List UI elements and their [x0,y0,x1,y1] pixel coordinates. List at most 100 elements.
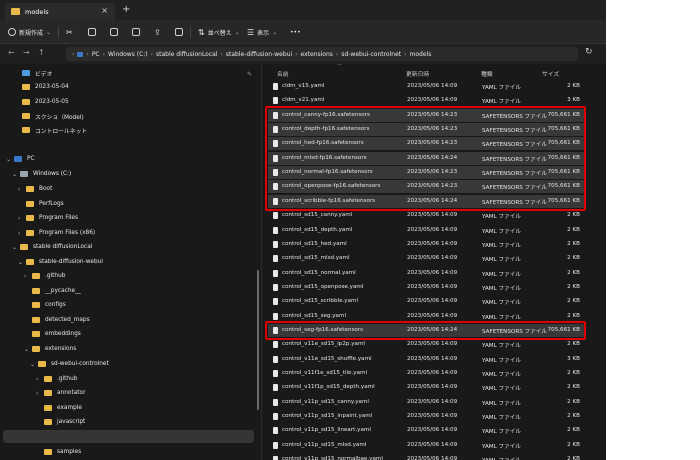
rename-icon [132,28,140,36]
expand-chevron-icon[interactable]: › [24,273,32,280]
back-arrow-icon[interactable]: ← [8,48,15,57]
sidebar-item[interactable]: configs [24,299,66,311]
file-icon [273,312,278,320]
folder-icon [32,288,40,294]
file-type: YAML ファイル [482,400,521,407]
expand-chevron-icon[interactable]: ⌄ [6,156,14,163]
expand-chevron-icon[interactable]: › [18,186,26,193]
sidebar-item[interactable]: embeddings [24,328,81,340]
file-row[interactable]: control_sd15_scribble.yaml 2023/05/06 14:… [268,295,585,308]
expand-chevron-icon[interactable]: › [36,390,44,397]
file-row[interactable]: control_v11p_sd15_inpaint.yaml 2023/05/06… [268,410,585,423]
file-row[interactable]: control_sd15_mlsd.yaml 2023/05/06 14:09 YA… [268,252,585,265]
sidebar-item[interactable]: ⌄ stable diffusionLocal [12,241,92,253]
file-row[interactable]: control_sd15_hed.yaml 2023/05/06 14:09 YAM… [268,238,585,251]
file-size: 2 KB [567,255,580,262]
pin-icon[interactable]: ✎ [247,71,252,78]
file-row[interactable]: control_v11p_sd15_canny.yaml 2023/05/06 1… [268,396,585,409]
new-button[interactable]: 新規作成 ⌄ [8,25,51,39]
sidebar-item[interactable]: 2023-05-04 [14,81,69,93]
file-size: 3 KB [567,97,580,104]
sidebar-item[interactable]: › .github [36,373,77,385]
cut-button[interactable]: ✂ [66,25,73,39]
sidebar-item[interactable]: › .github [24,270,65,282]
file-name: control_v11p_sd15_lineart.yaml [282,427,371,434]
sidebar-item[interactable]: › Program Files [18,212,78,224]
sidebar-item[interactable]: › Boot [18,183,52,195]
file-row[interactable]: control_v11e_sd15_ip2p.yaml 2023/05/06 14… [268,338,585,351]
file-row[interactable]: control_v11p_sd15_mlsd.yaml 2023/05/06 14… [268,439,585,452]
sidebar-item[interactable]: コントロールネット [14,124,87,136]
file-row[interactable]: control_v11f1p_sd15_depth.yaml 2023/05/06… [268,381,585,394]
breadcrumb-item[interactable]: PC [92,51,100,58]
column-header-size[interactable]: サイズ [542,69,559,78]
file-size: 2 KB [567,398,580,405]
file-row[interactable]: control_sd15_openpose.yaml 2023/05/06 14:… [268,281,585,294]
sidebar-item[interactable]: detected_maps [24,314,90,326]
file-row[interactable]: control_sd15_normal.yaml 2023/05/06 14:09… [268,267,585,280]
file-size: 2 KB [567,226,580,233]
sidebar-item[interactable]: 2023-05-05 [14,96,69,108]
sort-button[interactable]: ⇅ 並べ替え ⌄ [198,25,240,39]
file-row[interactable]: control_v11f1e_sd15_tile.yaml 2023/05/06 … [268,367,585,380]
sidebar-item[interactable]: ⌄ Windows (C:) [12,168,71,180]
file-row[interactable]: cldm_v15.yaml 2023/05/06 14:09 YAML ファイル 2 … [268,80,585,93]
sidebar-item[interactable]: ⌄ sd-webui-controlnet [30,358,109,370]
expand-chevron-icon[interactable]: ⌄ [30,361,38,368]
breadcrumb-item[interactable]: Windows (C:) [108,51,148,58]
file-icon [273,413,278,421]
expand-chevron-icon[interactable]: ⌄ [18,259,26,266]
expand-chevron-icon[interactable]: ⌄ [12,244,20,251]
column-header-name[interactable]: 名前 [277,69,289,78]
delete-button[interactable] [175,25,186,39]
sidebar-item[interactable]: PerfLogs [18,198,64,210]
sidebar-item[interactable]: › Program Files (x86) [18,227,95,239]
file-name: control_sd15_canny.yaml [282,212,353,219]
chevron-right-icon: › [404,50,407,58]
breadcrumb-item[interactable]: stable-diffusion-webui [226,51,292,58]
rename-button[interactable] [132,25,143,39]
sidebar-item[interactable]: javascript [36,416,85,428]
refresh-icon[interactable]: ↻ [585,47,593,57]
sidebar-item[interactable]: samples [36,446,81,458]
file-row[interactable]: control_v11e_sd15_shuffle.yaml 2023/05/06… [268,353,585,366]
share-button[interactable]: ⇪ [154,25,161,39]
column-header-type[interactable]: 種類 [481,69,493,78]
sidebar-item[interactable]: スクショ（Model) [14,110,84,122]
file-row[interactable]: control_v11p_sd15_lineart.yaml 2023/05/06… [268,424,585,437]
sidebar-scrollbar[interactable] [257,270,259,410]
forward-arrow-icon[interactable]: → [23,48,30,57]
view-button[interactable]: ☰ 表示 ⌄ [247,25,277,39]
column-header-date[interactable]: 更新日時 [406,69,429,78]
breadcrumb-item[interactable]: stable diffusionLocal [156,51,217,58]
breadcrumb[interactable]: › › PC › Windows (C:) › stable diffusionLocal… [66,47,578,61]
expand-chevron-icon[interactable]: › [18,230,26,237]
expand-chevron-icon[interactable]: › [36,376,44,383]
file-name: cldm_v21.yaml [282,97,325,104]
sidebar-item[interactable]: ビデオ [14,67,52,79]
expand-chevron-icon[interactable]: ⌄ [24,346,32,353]
breadcrumb-item[interactable]: models [410,51,432,58]
file-row[interactable]: control_v11p_sd15_normalbae.yaml 2023/05/… [268,453,585,460]
close-tab-icon[interactable]: × [101,6,108,15]
breadcrumb-item[interactable]: extensions [301,51,333,58]
sidebar-item[interactable]: example [36,402,82,414]
sidebar-item[interactable]: ⌄ extensions [24,343,76,355]
file-row[interactable]: control_sd15_canny.yaml 2023/05/06 14:09 Y… [268,209,585,222]
new-tab-button[interactable]: + [122,4,130,15]
tab-models[interactable]: models × [5,3,115,20]
paste-button[interactable] [110,25,121,39]
breadcrumb-item[interactable]: sd-webui-controlnet [341,51,401,58]
file-row[interactable]: control_sd15_depth.yaml 2023/05/06 14:09 Y… [268,224,585,237]
sidebar-item[interactable]: ⌄ stable-diffusion-webui [18,256,103,268]
sidebar-item[interactable]: ⌄ PC [6,153,35,165]
copy-button[interactable] [88,25,99,39]
more-button[interactable]: ••• [290,25,301,39]
up-arrow-icon[interactable]: ↑ [38,48,45,57]
sidebar-item[interactable]: › annotator [36,387,85,399]
sidebar-item[interactable]: __pycache__ [24,285,81,297]
expand-chevron-icon[interactable]: ⌄ [12,171,20,178]
file-icon [273,283,278,291]
expand-chevron-icon[interactable]: › [18,215,26,222]
divider [190,27,191,38]
